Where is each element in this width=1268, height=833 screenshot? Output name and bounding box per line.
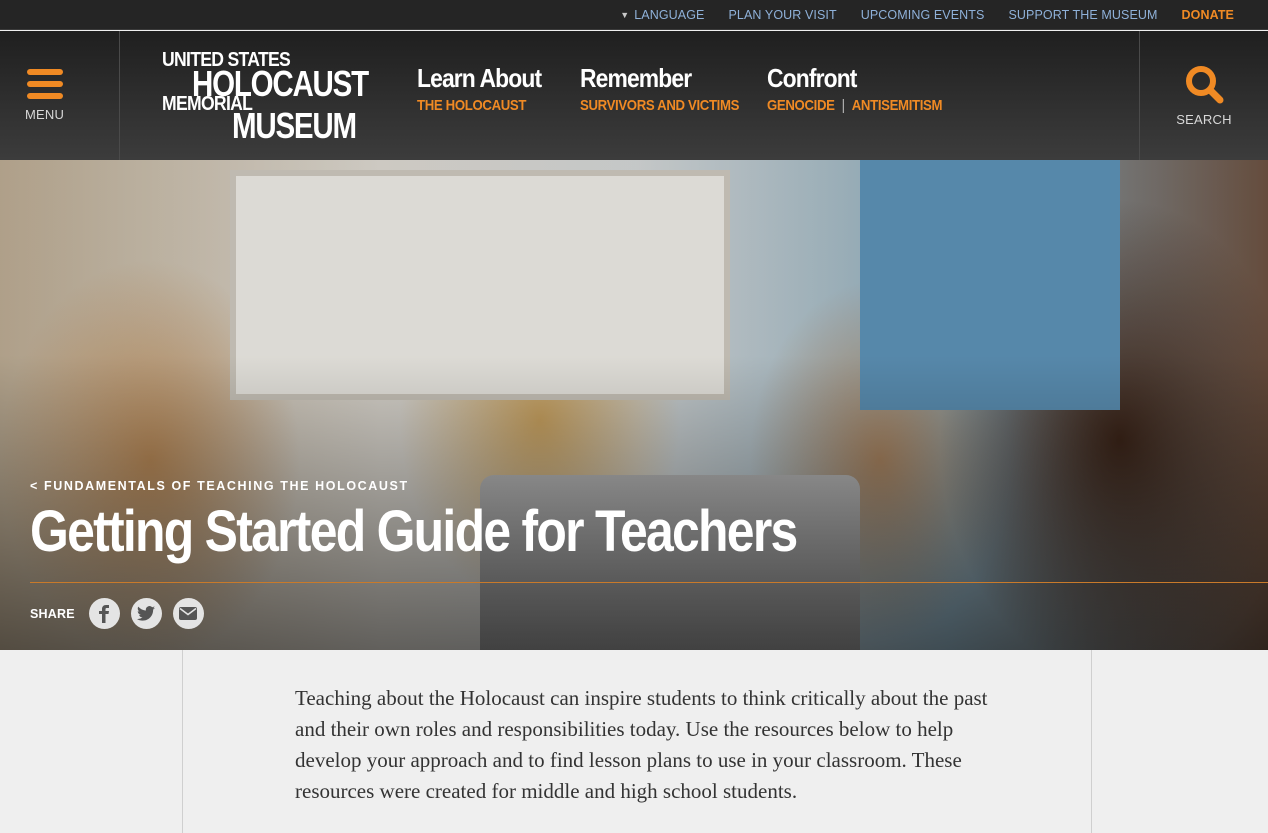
caret-down-icon: ▼	[620, 10, 630, 20]
plan-visit-link[interactable]: PLAN YOUR VISIT	[728, 8, 836, 22]
search-button[interactable]: SEARCH	[1139, 31, 1268, 160]
title-divider	[30, 582, 1268, 583]
nav-separator: |	[841, 97, 845, 114]
nav-remember-sub: SURVIVORS AND VICTIMS	[580, 97, 740, 114]
language-link[interactable]: ▼ LANGUAGE	[620, 8, 704, 22]
hamburger-icon	[26, 69, 63, 99]
nav-learn-about-sub: THE HOLOCAUST	[417, 97, 527, 114]
nav-learn-about: Learn About THE HOLOCAUST	[417, 63, 558, 114]
nav-antisemitism-link[interactable]: ANTISEMITISM	[852, 97, 943, 114]
hero-banner: < FUNDAMENTALS OF TEACHING THE HOLOCAUST…	[0, 160, 1268, 650]
twitter-icon[interactable]	[130, 598, 162, 629]
share-label: SHARE	[30, 606, 75, 621]
menu-label: MENU	[24, 107, 65, 122]
breadcrumb[interactable]: < FUNDAMENTALS OF TEACHING THE HOLOCAUST	[30, 479, 409, 493]
support-museum-link[interactable]: SUPPORT THE MUSEUM	[1008, 8, 1157, 22]
nav-remember-link[interactable]: Remember SURVIVORS AND VICTIMS	[580, 63, 761, 114]
share-bar: SHARE	[30, 598, 215, 629]
intro-paragraph: Teaching about the Holocaust can inspire…	[295, 686, 988, 803]
page-title: Getting Started Guide for Teachers	[30, 499, 798, 564]
nav-learn-about-link[interactable]: Learn About THE HOLOCAUST	[417, 63, 558, 114]
nav-confront-sub: GENOCIDE | ANTISEMITISM	[767, 97, 942, 114]
nav-confront-title: Confront	[767, 63, 857, 93]
donate-link[interactable]: DONATE	[1182, 8, 1234, 22]
main-content: Teaching about the Holocaust can inspire…	[182, 650, 1092, 833]
utility-bar: ▼ LANGUAGE PLAN YOUR VISIT UPCOMING EVEN…	[0, 0, 1268, 30]
nav-genocide-link[interactable]: GENOCIDE	[767, 97, 835, 114]
museum-logo[interactable]: UNITED STATES HOLOCAUST MEMORIAL MUSEUM	[162, 47, 369, 147]
nav-remember: Remember SURVIVORS AND VICTIMS	[580, 63, 761, 114]
search-icon	[1186, 66, 1224, 104]
menu-button[interactable]: MENU	[0, 31, 120, 160]
nav-learn-about-title: Learn About	[417, 63, 542, 93]
site-header: MENU UNITED STATES HOLOCAUST MEMORIAL MU…	[0, 31, 1268, 160]
nav-remember-title: Remember	[580, 63, 692, 93]
search-label: SEARCH	[1176, 112, 1232, 127]
nav-confront: Confront GENOCIDE | ANTISEMITISM	[767, 63, 966, 114]
hero-overlay	[0, 160, 1268, 650]
upcoming-events-link[interactable]: UPCOMING EVENTS	[861, 8, 985, 22]
email-icon[interactable]	[172, 598, 204, 629]
facebook-icon[interactable]	[88, 598, 120, 629]
logo-line-4: MUSEUM	[232, 105, 357, 146]
language-label: LANGUAGE	[634, 8, 705, 22]
nav-confront-link[interactable]: Confront	[767, 63, 966, 94]
utility-links: ▼ LANGUAGE PLAN YOUR VISIT UPCOMING EVEN…	[620, 0, 1234, 30]
